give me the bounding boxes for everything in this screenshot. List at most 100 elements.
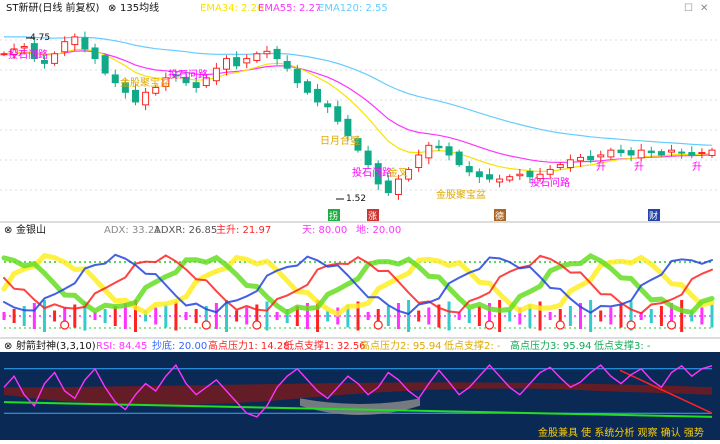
candle-body <box>516 173 524 177</box>
candle-body <box>364 150 372 166</box>
candle-body <box>465 166 473 173</box>
indicator-bar <box>710 304 714 328</box>
badge-text: 德 <box>495 210 504 222</box>
candle-body <box>657 151 665 156</box>
candle-body <box>587 155 595 161</box>
candle-body <box>647 150 655 154</box>
candle-body <box>607 149 615 158</box>
indicator-bar <box>53 310 57 322</box>
adxr-label: ADXR: 26.85 <box>154 225 217 236</box>
indicator-bar <box>164 304 168 328</box>
badge-text: 财 <box>649 210 658 222</box>
stock-chart-workspace: ST新研(日线 前复权) ⊗ 135均线 EMA34: 2.26 EMA55: … <box>0 0 720 440</box>
indicator-bar <box>589 300 593 332</box>
annotation-label: 投石问路 <box>530 176 570 189</box>
indicator-bar <box>235 310 239 322</box>
candle-body <box>283 60 291 69</box>
indicator-bar <box>649 309 653 323</box>
indicator-bar <box>214 303 218 329</box>
candle-body <box>566 159 574 169</box>
indicator-bar <box>508 310 512 322</box>
candle-body <box>192 82 200 88</box>
indicator-bar <box>184 312 188 320</box>
indicator-bar <box>32 303 36 329</box>
annotation-label: 投石问路 <box>352 166 392 179</box>
indicator-bar <box>386 306 390 326</box>
candle-body <box>445 146 453 156</box>
candle-body <box>51 53 59 64</box>
signal-marker <box>626 320 636 330</box>
annotation-label: 投石问路 <box>168 68 208 81</box>
candle-body <box>324 103 332 108</box>
candle-body <box>0 53 8 56</box>
ma-settings-icon[interactable]: ⊗ <box>108 3 116 14</box>
candle-body <box>334 106 342 122</box>
res2-label: 高点压力2: 95.94 <box>360 339 442 352</box>
candle-body <box>496 178 504 183</box>
candle-body <box>698 152 706 155</box>
candle-body <box>233 57 241 67</box>
candle-body <box>415 154 423 169</box>
main-up-label: 主升: 21.97 <box>216 224 271 236</box>
indicator-bar <box>2 312 6 320</box>
candle-body <box>597 154 605 158</box>
collapse-icon[interactable]: ⊗ <box>4 341 12 352</box>
candle-body <box>111 74 119 84</box>
indicator-bar <box>599 310 603 322</box>
chart-canvas[interactable]: ST新研(日线 前复权) ⊗ 135均线 EMA34: 2.26 EMA55: … <box>0 0 720 440</box>
sup1-label: 低点支撑1: 32.56 <box>284 339 366 352</box>
candle-body <box>131 89 139 103</box>
sup2-label: 低点支撑2: - <box>444 339 501 352</box>
indicator-bar <box>12 309 16 323</box>
candle-body <box>627 150 635 156</box>
candle-body <box>688 152 696 156</box>
annotation-label: 金股聚宝盆 <box>436 188 486 201</box>
indicator-bar <box>680 300 684 332</box>
indicator-bar <box>154 307 158 325</box>
signal-marker <box>201 320 211 330</box>
indicator-bar <box>275 312 279 320</box>
sup3-label: 低点支撑3: - <box>594 339 651 352</box>
indicator-bar <box>396 303 400 329</box>
badge-text: 涨 <box>368 211 377 222</box>
signal-marker <box>60 320 70 330</box>
signal-marker <box>666 320 677 330</box>
indicator-bar <box>103 309 107 323</box>
indicator-bar <box>417 310 421 322</box>
candle-body <box>506 176 514 181</box>
indicator-bar <box>447 301 451 331</box>
annotation-label: 金股聚宝盆 <box>120 76 170 89</box>
low-price-label: 1.52 <box>346 194 366 204</box>
di-label: 地: 20.00 <box>356 223 401 236</box>
res1-label: 高点压力1: 14.28 <box>208 339 290 352</box>
indicator-bar <box>609 307 613 325</box>
res3-label: 高点压力3: 95.94 <box>510 339 592 352</box>
candle-body <box>61 41 69 53</box>
ma-label: 135均线 <box>120 1 159 14</box>
indicator-title: 金银山 <box>16 223 46 236</box>
close-icon[interactable]: ✕ <box>700 3 708 14</box>
indicator-bar <box>265 301 269 331</box>
candle-body <box>142 91 150 106</box>
indicator-bar <box>477 306 481 326</box>
annotation-label: 升 <box>596 161 606 173</box>
chaodi-label: 抄底: 20.00 <box>152 339 207 352</box>
indicator-bar <box>498 300 502 332</box>
candle-body <box>344 118 352 137</box>
indicator-bar <box>407 300 411 332</box>
ema34-label: EMA34: 2.26 <box>200 3 263 14</box>
price-panel-bg <box>0 0 720 222</box>
collapse-icon[interactable]: ⊗ <box>4 225 12 236</box>
expand-icon[interactable]: ☐ <box>684 3 693 14</box>
candle-body <box>384 180 392 194</box>
candle-body <box>81 37 89 50</box>
rsi-bottom-text: 金股兼具 使 系统分析 观察 确认 强势 <box>538 426 704 439</box>
candle-body <box>101 55 109 74</box>
candle-body <box>273 48 281 60</box>
candle-body <box>223 58 231 70</box>
indicator-bar <box>174 301 178 331</box>
candle-body <box>425 144 433 159</box>
candle-body <box>668 149 676 153</box>
candle-body <box>577 156 585 162</box>
annotation-label: 升 <box>692 161 702 173</box>
